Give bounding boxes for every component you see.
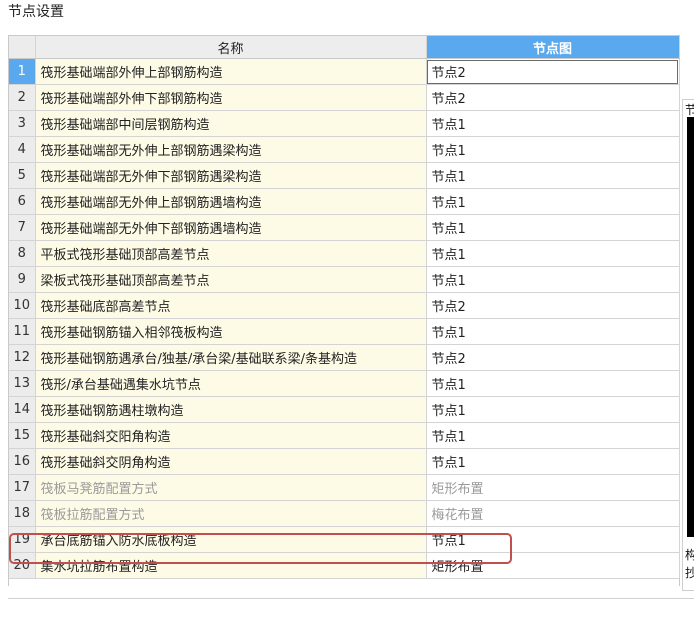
row-number[interactable]: 7 bbox=[9, 214, 36, 241]
row-number[interactable]: 9 bbox=[9, 266, 36, 293]
row-number[interactable]: 18 bbox=[9, 500, 36, 527]
table-row[interactable]: 5 筏形基础端部无外伸下部钢筋遇梁构造 节点1 bbox=[9, 162, 680, 189]
row-node-value[interactable]: 节点1 bbox=[426, 214, 680, 241]
row-node-value[interactable]: 节点1 bbox=[426, 318, 680, 345]
row-node-value[interactable]: 节点1 bbox=[426, 448, 680, 475]
preview-caption-fragment: 构 bbox=[685, 548, 694, 562]
row-node-value[interactable]: 节点2 bbox=[426, 84, 680, 111]
table-row[interactable]: 17 筏板马凳筋配置方式 矩形布置 bbox=[9, 474, 680, 501]
row-number[interactable]: 6 bbox=[9, 188, 36, 215]
row-node-value[interactable]: 节点2 bbox=[426, 344, 680, 371]
row-number[interactable]: 10 bbox=[9, 292, 36, 319]
row-number[interactable]: 3 bbox=[9, 110, 36, 137]
table-row[interactable]: 13 筏形/承台基础遇集水坑节点 节点1 bbox=[9, 370, 680, 397]
row-number[interactable]: 19 bbox=[9, 526, 36, 553]
table-row[interactable]: 19 承台底筋锚入防水底板构造 节点1 bbox=[9, 526, 680, 553]
row-number[interactable]: 1 bbox=[9, 58, 36, 85]
row-name[interactable]: 集水坑拉筋布置构造 bbox=[35, 552, 427, 579]
table-row[interactable]: 11 筏形基础钢筋锚入相邻筏板构造 节点1 bbox=[9, 318, 680, 345]
row-node-value[interactable]: 节点1 bbox=[426, 370, 680, 397]
header-row: 名称 节点图 bbox=[9, 36, 680, 59]
row-number[interactable]: 5 bbox=[9, 162, 36, 189]
row-name[interactable]: 筏形基础端部外伸下部钢筋构造 bbox=[35, 84, 427, 111]
preview-title-fragment: 节 bbox=[685, 103, 694, 117]
row-node-value: 梅花布置 bbox=[426, 500, 680, 527]
row-node-value[interactable]: 矩形布置 bbox=[426, 552, 680, 579]
row-node-value[interactable]: 节点1 bbox=[426, 266, 680, 293]
row-node-value[interactable]: 节点1 bbox=[426, 396, 680, 423]
divider bbox=[8, 598, 694, 599]
row-name[interactable]: 筏形基础钢筋遇承台/独基/承台梁/基础联系梁/条基构造 bbox=[35, 344, 427, 371]
table-row[interactable]: 15 筏形基础斜交阳角构造 节点1 bbox=[9, 422, 680, 449]
row-node-value[interactable]: 节点1 bbox=[426, 422, 680, 449]
row-node-value[interactable]: 节点1 bbox=[426, 188, 680, 215]
table-row[interactable]: 20 集水坑拉筋布置构造 矩形布置 bbox=[9, 552, 680, 579]
column-header-name[interactable]: 名称 bbox=[35, 36, 427, 59]
table-row[interactable]: 14 筏形基础钢筋遇柱墩构造 节点1 bbox=[9, 396, 680, 423]
table-row[interactable]: 16 筏形基础斜交阴角构造 节点1 bbox=[9, 448, 680, 475]
table-row[interactable]: 12 筏形基础钢筋遇承台/独基/承台梁/基础联系梁/条基构造 节点2 bbox=[9, 344, 680, 371]
table-row[interactable]: 4 筏形基础端部无外伸上部钢筋遇梁构造 节点1 bbox=[9, 136, 680, 163]
row-name[interactable]: 筏形基础钢筋遇柱墩构造 bbox=[35, 396, 427, 423]
table-row[interactable]: 7 筏形基础端部无外伸下部钢筋遇墙构造 节点1 bbox=[9, 214, 680, 241]
row-number[interactable]: 17 bbox=[9, 474, 36, 501]
row-name[interactable]: 筏形基础底部高差节点 bbox=[35, 292, 427, 319]
node-preview-image bbox=[687, 117, 694, 537]
row-name[interactable]: 筏形基础端部无外伸下部钢筋遇梁构造 bbox=[35, 162, 427, 189]
node-preview-panel: 节 构 抄 bbox=[682, 99, 694, 591]
preview-caption-fragment: 抄 bbox=[685, 566, 694, 580]
row-name[interactable]: 筏形/承台基础遇集水坑节点 bbox=[35, 370, 427, 397]
row-name: 筏板拉筋配置方式 bbox=[35, 500, 427, 527]
row-number[interactable]: 16 bbox=[9, 448, 36, 475]
row-number[interactable]: 2 bbox=[9, 84, 36, 111]
table-row[interactable]: 1 筏形基础端部外伸上部钢筋构造 节点2 bbox=[9, 58, 680, 85]
row-number[interactable]: 15 bbox=[9, 422, 36, 449]
table-row[interactable]: 10 筏形基础底部高差节点 节点2 bbox=[9, 292, 680, 319]
row-name[interactable]: 筏形基础端部中间层钢筋构造 bbox=[35, 110, 427, 137]
row-node-value[interactable]: 节点2 bbox=[426, 292, 680, 319]
row-name: 筏板马凳筋配置方式 bbox=[35, 474, 427, 501]
column-header-node[interactable]: 节点图 bbox=[426, 36, 680, 59]
window-title: 节点设置 bbox=[8, 4, 64, 20]
row-number[interactable]: 13 bbox=[9, 370, 36, 397]
row-name[interactable]: 筏形基础斜交阴角构造 bbox=[35, 448, 427, 475]
row-name[interactable]: 筏形基础端部无外伸上部钢筋遇梁构造 bbox=[35, 136, 427, 163]
row-node-value: 矩形布置 bbox=[426, 474, 680, 501]
table-row[interactable]: 18 筏板拉筋配置方式 梅花布置 bbox=[9, 500, 680, 527]
row-name[interactable]: 筏形基础钢筋锚入相邻筏板构造 bbox=[35, 318, 427, 345]
row-number[interactable]: 11 bbox=[9, 318, 36, 345]
row-number[interactable]: 8 bbox=[9, 240, 36, 267]
row-name[interactable]: 平板式筏形基础顶部高差节点 bbox=[35, 240, 427, 267]
table-row[interactable]: 3 筏形基础端部中间层钢筋构造 节点1 bbox=[9, 110, 680, 137]
row-node-value[interactable]: 节点1 bbox=[426, 110, 680, 137]
row-node-value[interactable]: 节点1 bbox=[426, 136, 680, 163]
row-name[interactable]: 筏形基础斜交阳角构造 bbox=[35, 422, 427, 449]
row-name[interactable]: 筏形基础端部外伸上部钢筋构造 bbox=[35, 58, 427, 85]
table-row[interactable]: 6 筏形基础端部无外伸上部钢筋遇墙构造 节点1 bbox=[9, 188, 680, 215]
table-row[interactable]: 8 平板式筏形基础顶部高差节点 节点1 bbox=[9, 240, 680, 267]
corner-header bbox=[9, 36, 36, 59]
row-node-value[interactable]: 节点1 bbox=[426, 240, 680, 267]
row-node-value[interactable]: 节点1 bbox=[426, 162, 680, 189]
node-settings-grid: 名称 节点图 1 筏形基础端部外伸上部钢筋构造 节点2 2 筏形基础端部外伸下部… bbox=[8, 35, 680, 586]
table-row[interactable]: 2 筏形基础端部外伸下部钢筋构造 节点2 bbox=[9, 84, 680, 111]
row-name[interactable]: 承台底筋锚入防水底板构造 bbox=[35, 526, 427, 553]
row-name[interactable]: 筏形基础端部无外伸下部钢筋遇墙构造 bbox=[35, 214, 427, 241]
row-name[interactable]: 梁板式筏形基础顶部高差节点 bbox=[35, 266, 427, 293]
row-node-value[interactable]: 节点1 bbox=[426, 526, 680, 553]
row-number[interactable]: 14 bbox=[9, 396, 36, 423]
row-number[interactable]: 20 bbox=[9, 552, 36, 579]
node-settings-table: 名称 节点图 1 筏形基础端部外伸上部钢筋构造 节点2 2 筏形基础端部外伸下部… bbox=[9, 36, 680, 579]
row-number[interactable]: 4 bbox=[9, 136, 36, 163]
row-name[interactable]: 筏形基础端部无外伸上部钢筋遇墙构造 bbox=[35, 188, 427, 215]
row-node-value[interactable]: 节点2 bbox=[426, 58, 680, 85]
row-number[interactable]: 12 bbox=[9, 344, 36, 371]
table-row[interactable]: 9 梁板式筏形基础顶部高差节点 节点1 bbox=[9, 266, 680, 293]
